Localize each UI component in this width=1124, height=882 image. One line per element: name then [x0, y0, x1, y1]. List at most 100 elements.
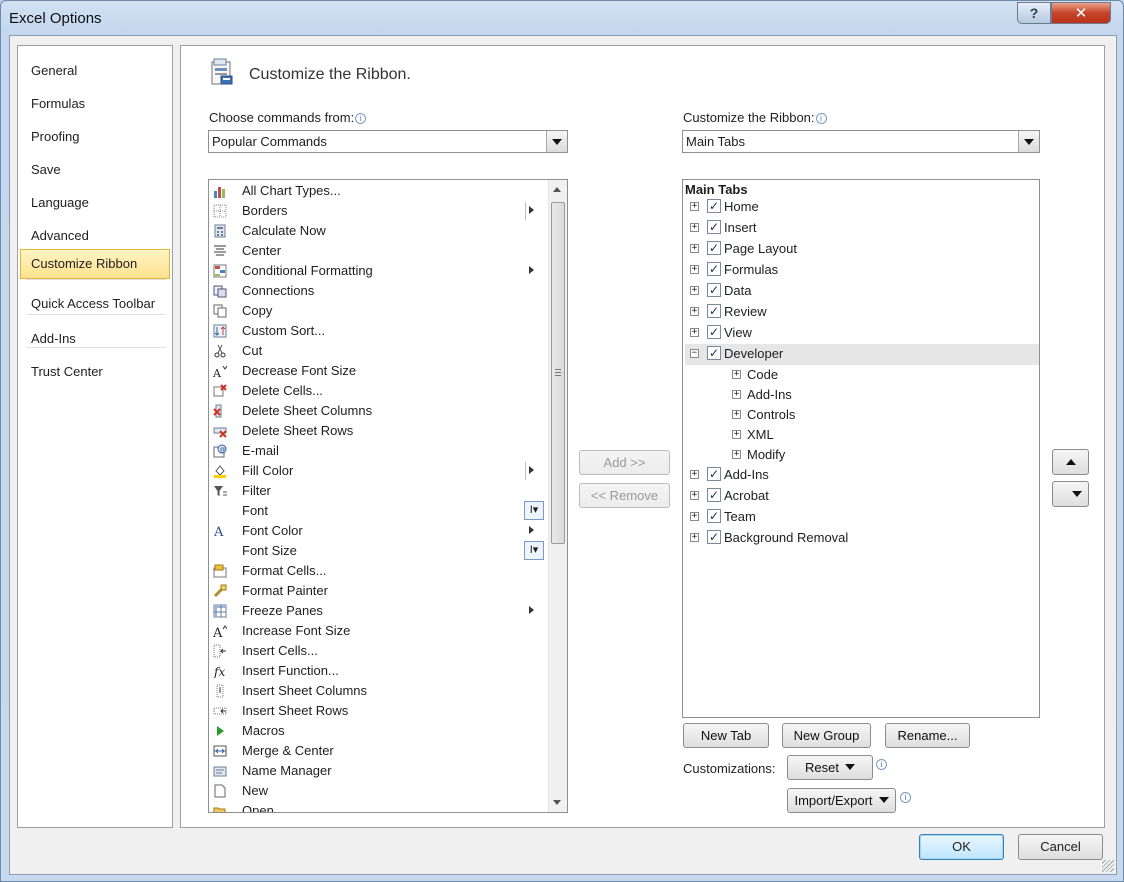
expand-icon[interactable]: + [732, 390, 741, 399]
list-item[interactable]: Conditional Formatting [209, 261, 545, 281]
list-item[interactable]: Center [209, 241, 545, 261]
tab-checkbox[interactable]: ✓ [707, 325, 721, 339]
move-up-button[interactable] [1052, 449, 1089, 475]
choose-commands-dropdown[interactable]: Popular Commands [208, 130, 568, 153]
tree-node[interactable]: + Code [685, 365, 1039, 386]
list-item[interactable]: Delete Sheet Columns [209, 401, 545, 421]
close-button[interactable]: ✕ [1051, 2, 1111, 24]
list-item[interactable]: Font I▾ [209, 501, 545, 521]
tab-checkbox[interactable]: ✓ [707, 346, 721, 360]
list-item[interactable]: Font Size I▾ [209, 541, 545, 561]
list-item[interactable]: Copy [209, 301, 545, 321]
import-export-button[interactable]: Import/Export [787, 788, 896, 813]
info-icon[interactable]: i [876, 759, 887, 770]
ribbon-tabs-tree[interactable]: Main Tabs + ✓ Home + ✓ Insert + ✓ Page Layout + ✓ F… [682, 179, 1040, 718]
expand-icon[interactable]: + [690, 512, 699, 521]
new-group-button[interactable]: New Group [782, 723, 871, 748]
tree-node[interactable]: + XML [685, 425, 1039, 446]
list-item[interactable]: Format Painter [209, 581, 545, 601]
tree-node[interactable]: + Controls [685, 405, 1039, 426]
nav-item-customize-ribbon[interactable]: Customize Ribbon [20, 249, 170, 279]
tree-node[interactable]: + Add-Ins [685, 385, 1039, 406]
list-item[interactable]: A Increase Font Size [209, 621, 545, 641]
list-item[interactable]: All Chart Types... [209, 181, 545, 201]
info-icon[interactable]: i [355, 113, 367, 124]
list-item[interactable]: Insert Sheet Columns [209, 681, 545, 701]
title-bar[interactable]: Excel Options ? ✕ [1, 1, 1124, 35]
reset-button[interactable]: Reset [787, 755, 873, 780]
tree-node[interactable]: + ✓ Insert [685, 218, 1039, 239]
expand-icon[interactable]: + [732, 410, 741, 419]
nav-item-formulas[interactable]: Formulas [20, 89, 170, 119]
list-item[interactable]: fx Insert Function... [209, 661, 545, 681]
list-item[interactable]: Merge & Center [209, 741, 545, 761]
list-item[interactable]: Connections [209, 281, 545, 301]
list-item[interactable]: Format Cells... [209, 561, 545, 581]
move-down-button[interactable] [1052, 481, 1089, 507]
list-item[interactable]: Macros [209, 721, 545, 741]
nav-item-general[interactable]: General [20, 56, 170, 86]
ok-button[interactable]: OK [919, 834, 1004, 860]
tree-node[interactable]: + ✓ Home [685, 197, 1039, 218]
expand-icon[interactable]: + [690, 533, 699, 542]
expand-icon[interactable]: + [690, 265, 699, 274]
expand-icon[interactable]: + [690, 244, 699, 253]
nav-item-language[interactable]: Language [20, 188, 170, 218]
expand-icon[interactable]: + [732, 370, 741, 379]
tree-node[interactable]: + ✓ Background Removal [685, 528, 1039, 549]
expand-icon[interactable]: + [690, 470, 699, 479]
list-item[interactable]: Freeze Panes [209, 601, 545, 621]
tab-checkbox[interactable]: ✓ [707, 262, 721, 276]
tree-node[interactable]: + Modify [685, 445, 1039, 466]
list-item[interactable]: Insert Sheet Rows [209, 701, 545, 721]
tab-checkbox[interactable]: ✓ [707, 304, 721, 318]
scroll-down-icon[interactable] [553, 800, 561, 805]
expand-icon[interactable]: + [690, 286, 699, 295]
list-item[interactable]: Borders [209, 201, 545, 221]
tree-node[interactable]: + ✓ Acrobat [685, 486, 1039, 507]
expand-icon[interactable]: + [732, 430, 741, 439]
expand-icon[interactable]: + [690, 202, 699, 211]
nav-item-trust-center[interactable]: Trust Center [20, 357, 170, 387]
info-icon[interactable]: i [900, 792, 911, 803]
list-item[interactable]: A Font Color [209, 521, 545, 541]
add-button[interactable]: Add >> [579, 450, 670, 475]
chevron-down-icon[interactable] [546, 131, 567, 152]
expand-icon[interactable]: + [690, 328, 699, 337]
nav-item-save[interactable]: Save [20, 155, 170, 185]
nav-item-advanced[interactable]: Advanced [20, 221, 170, 251]
customize-ribbon-dropdown[interactable]: Main Tabs [682, 130, 1040, 153]
tree-node[interactable]: + ✓ Team [685, 507, 1039, 528]
list-item[interactable]: Fill Color [209, 461, 545, 481]
list-item[interactable]: Delete Sheet Rows [209, 421, 545, 441]
list-item[interactable]: Delete Cells... [209, 381, 545, 401]
new-tab-button[interactable]: New Tab [683, 723, 769, 748]
tab-checkbox[interactable]: ✓ [707, 530, 721, 544]
list-item[interactable]: Name Manager [209, 761, 545, 781]
tab-checkbox[interactable]: ✓ [707, 241, 721, 255]
commands-scrollbar[interactable] [548, 180, 567, 812]
rename-button[interactable]: Rename... [885, 723, 970, 748]
list-item[interactable]: Open [209, 801, 545, 812]
list-item[interactable]: Custom Sort... [209, 321, 545, 341]
resize-grip-icon[interactable] [1102, 860, 1114, 872]
remove-button[interactable]: << Remove [579, 483, 670, 508]
list-item[interactable]: A Decrease Font Size [209, 361, 545, 381]
tab-checkbox[interactable]: ✓ [707, 199, 721, 213]
nav-item-add-ins[interactable]: Add-Ins [20, 324, 170, 354]
scroll-thumb[interactable] [551, 202, 565, 544]
chevron-down-icon[interactable] [1018, 131, 1039, 152]
collapse-icon[interactable]: − [690, 349, 699, 358]
tree-node[interactable]: − ✓ Developer [685, 344, 1039, 365]
tab-checkbox[interactable]: ✓ [707, 220, 721, 234]
tree-node[interactable]: + ✓ Review [685, 302, 1039, 323]
help-button[interactable]: ? [1017, 2, 1051, 24]
scroll-up-icon[interactable] [553, 187, 561, 192]
tree-node[interactable]: + ✓ Formulas [685, 260, 1039, 281]
tree-node[interactable]: + ✓ Add-Ins [685, 465, 1039, 486]
cancel-button[interactable]: Cancel [1018, 834, 1103, 860]
tree-node[interactable]: + ✓ Data [685, 281, 1039, 302]
list-item[interactable]: @ E-mail [209, 441, 545, 461]
expand-icon[interactable]: + [690, 223, 699, 232]
tab-checkbox[interactable]: ✓ [707, 467, 721, 481]
